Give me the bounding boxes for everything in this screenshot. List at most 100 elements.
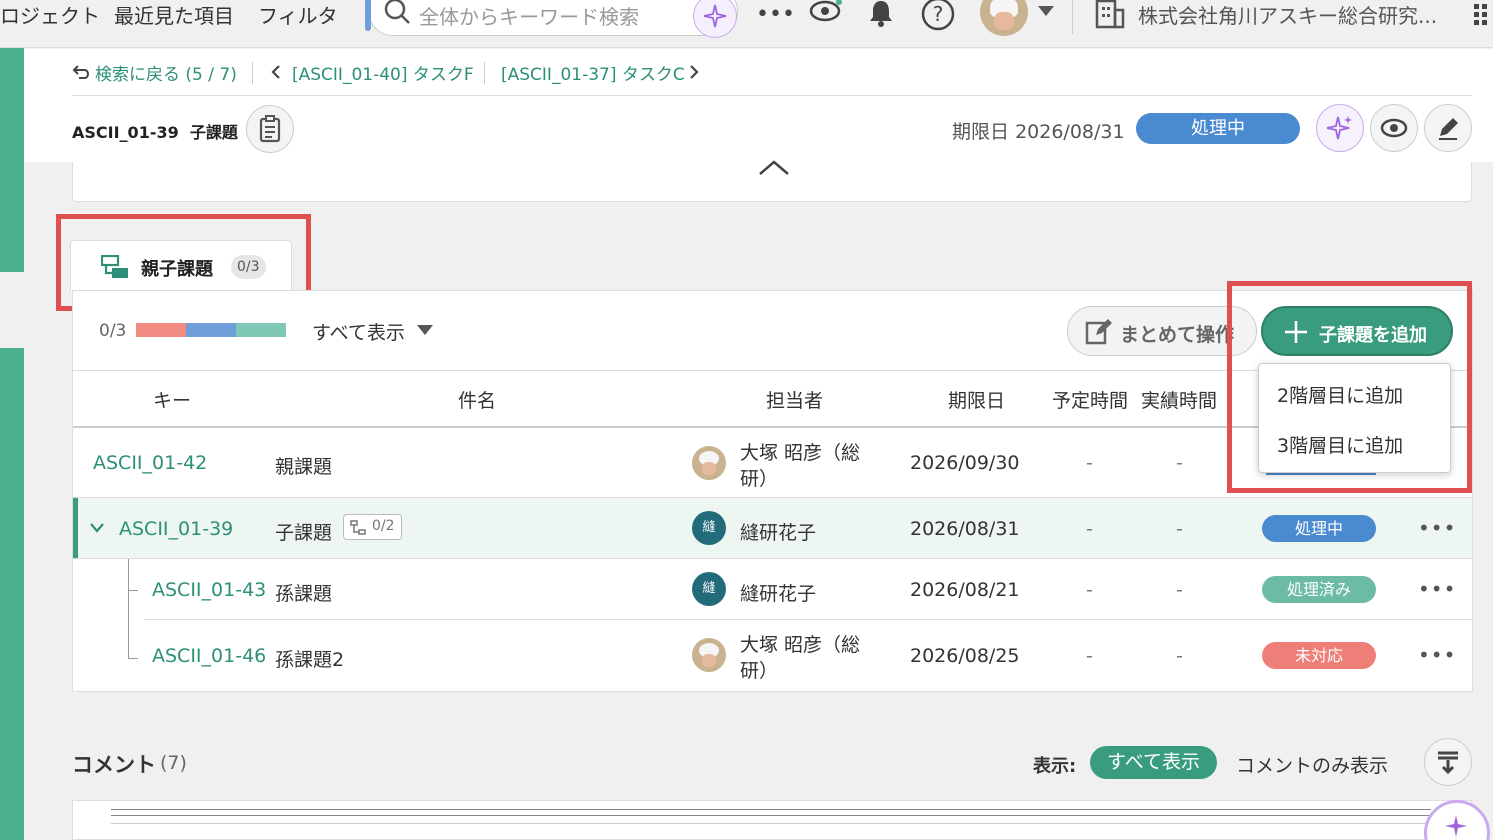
status-badge[interactable]: 処理済み [1262,576,1376,603]
row-more-icon[interactable]: ••• [1418,643,1456,667]
table-row[interactable]: ASCII_01-46 孫課題2 大塚 昭彦（総 研） 2026/08/25 -… [144,620,1472,690]
chevron-down-icon[interactable] [89,522,105,534]
comment-editor[interactable] [72,800,1472,840]
left-sidebar-strip [0,348,24,840]
column-header-subject[interactable]: 件名 [458,386,496,413]
estimated-hours: - [1086,645,1093,667]
estimated-hours: - [1086,452,1093,474]
watch-icon[interactable] [808,0,842,26]
comments-heading: コメント [72,753,156,777]
more-menu-icon[interactable]: ••• [756,2,795,27]
column-header-actual[interactable]: 実績時間 [1141,386,1217,413]
row-more-icon[interactable]: ••• [1418,516,1456,540]
help-icon[interactable]: ? [920,0,956,32]
notification-bell-icon[interactable] [866,0,896,28]
nav-recent-items[interactable]: 最近見た項目 [114,0,234,29]
column-header-key[interactable]: キー [153,386,191,413]
row-more-icon[interactable]: ••• [1418,577,1456,601]
search-icon [384,0,410,24]
apps-grid-icon[interactable] [1474,4,1493,34]
assignee-name-cont: 研） [740,660,779,682]
assignee-name: 縫研花子 [740,522,817,544]
status-badge[interactable]: 未対応 [1262,642,1376,669]
actual-hours: - [1176,579,1183,601]
due-date: 2026/08/25 [910,645,1020,667]
comments-count: (7) [160,752,187,774]
issue-subject[interactable]: 孫課題2 [275,645,344,672]
sort-order-icon[interactable] [1424,738,1472,786]
ai-sparkle-icon[interactable] [1316,104,1364,152]
chevron-left-icon[interactable] [270,64,282,80]
subtask-count-chip: 0/2 [343,514,402,540]
ai-assistant-icon [1445,815,1467,837]
top-navigation-bar: ロジェクト 最近見た項目 フィルタ 全体からキーワード検索 ••• ? 株式会社… [0,0,1493,48]
avatar: 縫 [692,572,726,606]
show-comments-only-toggle[interactable]: コメントのみ表示 [1236,751,1388,778]
chevron-up-icon[interactable] [758,160,790,176]
assignee-name: 大塚 昭彦（総 [740,442,861,464]
avatar: 縫 [692,511,726,545]
chevron-right-icon[interactable] [688,64,700,80]
avatar [692,638,726,672]
progress-segment [136,323,186,337]
clipboard-icon[interactable] [246,105,294,153]
estimated-hours: - [1086,579,1093,601]
issue-due-date: 期限日 2026/08/31 [952,121,1125,143]
progress-text: 0/3 [99,321,127,341]
table-row[interactable]: ASCII_01-43 孫課題 縫 縫研花子 2026/08/21 - - 処理… [144,559,1472,619]
progress-bar [136,323,286,337]
avatar [692,446,726,480]
progress-segment [185,323,236,337]
issue-key-link[interactable]: ASCII_01-42 [93,452,207,474]
status-badge[interactable]: 処理中 [1262,515,1376,542]
issue-subject[interactable]: 親課題 [275,452,332,479]
issue-key-link[interactable]: ASCII_01-46 [152,645,266,667]
subtask-icon [350,520,366,535]
issue-key-link[interactable]: ASCII_01-43 [152,579,266,601]
assignee-name: 縫研花子 [740,583,817,605]
issue-header-panel [24,49,1493,162]
due-date: 2026/08/21 [910,579,1020,601]
search-accent [365,0,371,31]
actual-hours: - [1176,645,1183,667]
issue-key: ASCII_01-39 子課題 [72,123,238,142]
issue-key-link[interactable]: ASCII_01-39 [119,518,233,540]
chevron-down-icon[interactable] [1036,4,1056,18]
nav-projects[interactable]: ロジェクト [0,0,100,29]
actual-hours: - [1176,452,1183,474]
column-header-assignee[interactable]: 担当者 [766,386,823,413]
column-header-estimated[interactable]: 予定時間 [1052,386,1128,413]
filter-dropdown[interactable]: すべて表示 [312,318,405,345]
estimated-hours: - [1086,518,1093,540]
issue-status-badge[interactable]: 処理中 [1136,113,1300,144]
back-to-search-link[interactable]: 検索に戻る (5 / 7) [95,60,237,85]
show-all-toggle[interactable]: すべて表示 [1090,746,1217,779]
global-search-input[interactable]: 全体からキーワード検索 [365,0,738,36]
progress-segment [235,323,286,337]
tree-line [128,559,129,659]
svg-text:?: ? [933,2,944,26]
edit-pencil-icon[interactable] [1424,104,1472,152]
table-row[interactable]: ASCII_01-39 子課題 0/2 縫 縫研花子 2026/08/31 - … [73,498,1472,558]
due-date: 2026/09/30 [910,452,1020,474]
watch-issue-icon[interactable] [1370,104,1418,152]
left-sidebar-strip [0,48,24,272]
column-header-due[interactable]: 期限日 [948,386,1005,413]
assignee-name: 大塚 昭彦（総 [740,634,861,656]
actual-hours: - [1176,518,1183,540]
nav-filter[interactable]: フィルタ [258,0,338,29]
prev-issue-link[interactable]: [ASCII_01-40] タスクF [292,60,474,85]
assistant-launcher[interactable] [1424,800,1493,840]
highlight-box-add-button [1227,281,1472,493]
back-arrow-icon [72,65,90,79]
display-label: 表示: [1033,756,1077,777]
search-placeholder: 全体からキーワード検索 [419,5,639,29]
bulk-edit-icon [1085,319,1112,345]
ai-sparkle-icon[interactable] [693,0,737,38]
issue-subject[interactable]: 子課題 [275,518,332,545]
issue-subject[interactable]: 孫課題 [275,579,332,606]
user-avatar[interactable] [980,0,1028,36]
organization-name[interactable]: 株式会社角川アスキー総合研究... [1138,0,1437,29]
assignee-name-cont: 研） [740,468,779,490]
next-issue-link[interactable]: [ASCII_01-37] タスクC [501,60,685,85]
